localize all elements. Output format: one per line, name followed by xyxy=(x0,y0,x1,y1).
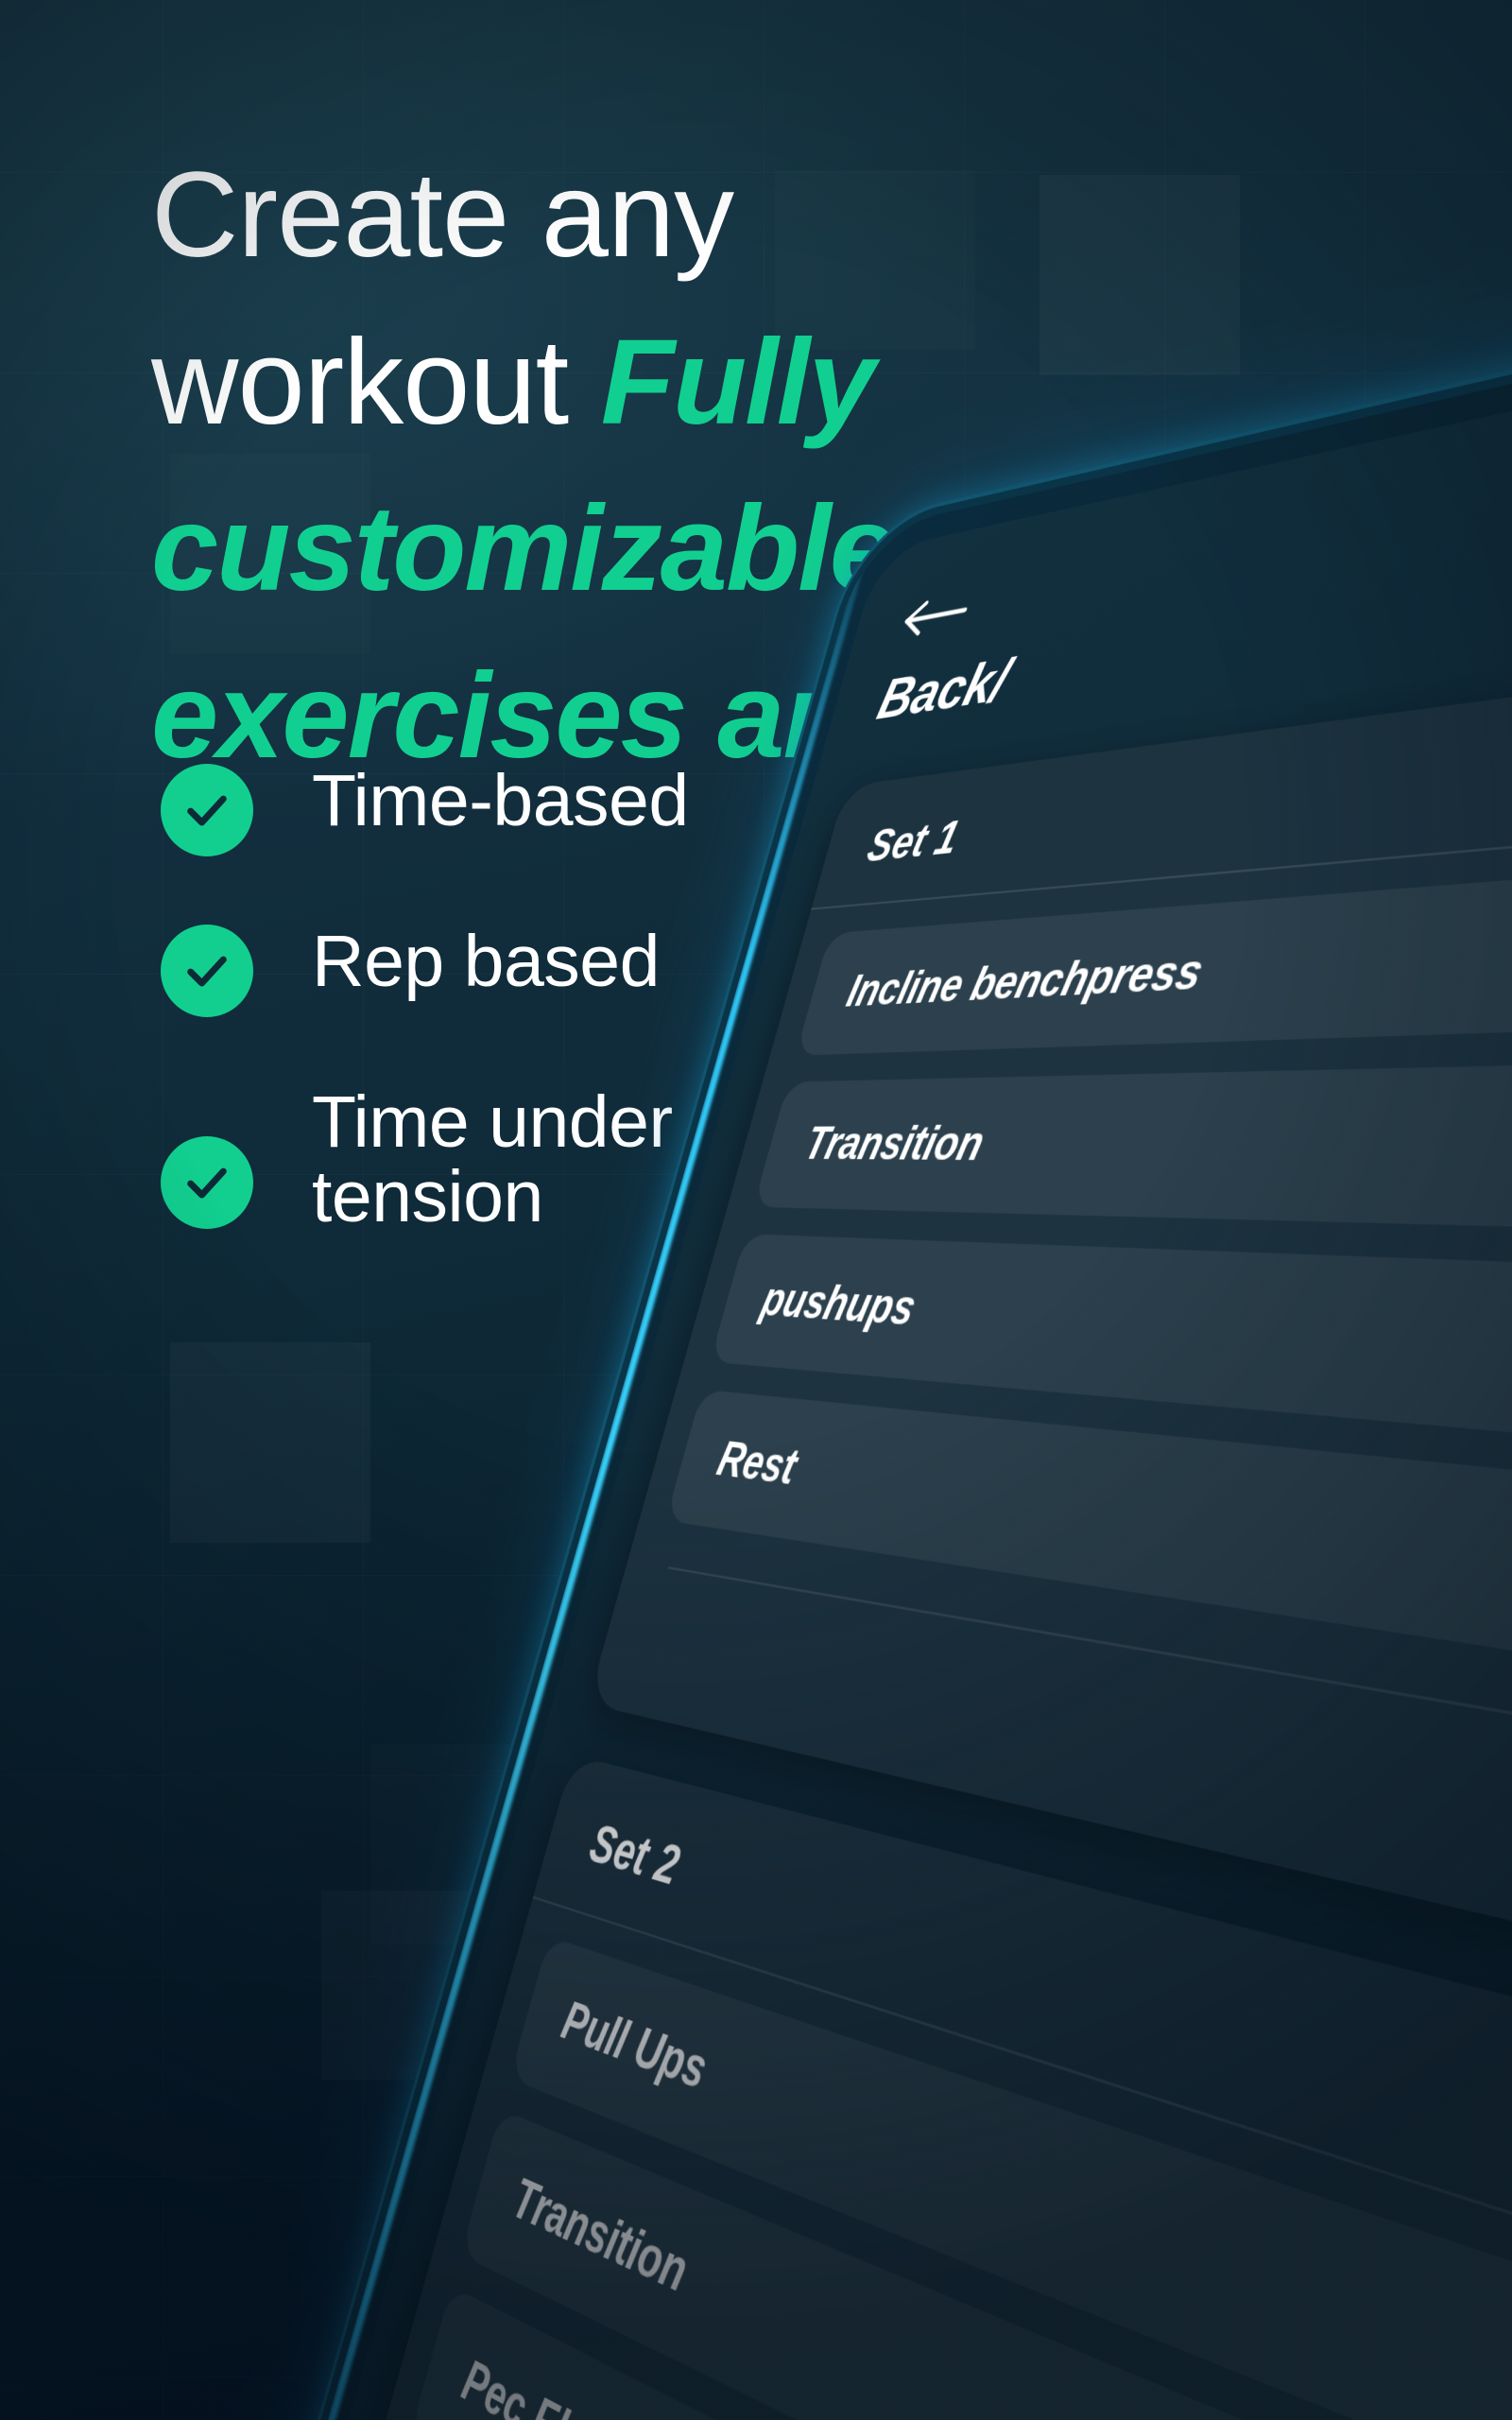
set-card[interactable]: Set 1 Incline benchpress Transition push… xyxy=(588,623,1512,1992)
feature-label: Time-based xyxy=(312,756,689,838)
exercise-row[interactable]: Rest xyxy=(665,1390,1512,1696)
set-rows: Pull Ups Transition Pec Fly xyxy=(386,1927,1512,2420)
background-block xyxy=(170,1342,370,1543)
check-icon xyxy=(161,764,253,856)
exercise-row[interactable]: Pull Ups xyxy=(509,1936,1512,2420)
divider xyxy=(668,1566,1512,1758)
exercise-row[interactable]: Pec Fly xyxy=(410,2286,1512,2420)
headline-line-1: Create any xyxy=(151,147,733,283)
set-card-tail xyxy=(598,1562,1512,1933)
set-rows: Incline benchpress Transition pushups Re… xyxy=(640,839,1512,1704)
set-card[interactable]: Set 2 Pull Ups Transition Pec Fly xyxy=(365,1754,1512,2420)
exercise-row[interactable]: pushups xyxy=(710,1234,1512,1462)
divider xyxy=(533,1896,1512,2294)
exercise-row[interactable]: Transition xyxy=(753,1056,1512,1236)
feature-label: Rep based xyxy=(312,917,660,999)
promo-screen: Create any workout Fully customizable ex… xyxy=(0,0,1512,2420)
headline-accent-fully: Fully xyxy=(601,315,874,450)
check-icon xyxy=(161,925,253,1017)
set-title: Set 2 xyxy=(533,1754,1512,2290)
exercise-row[interactable]: Transition xyxy=(460,2109,1512,2420)
arrow-left-icon[interactable] xyxy=(897,588,974,643)
phone-mockup: Back/ Set 1 Incline benchpress Transitio… xyxy=(652,529,1512,2420)
check-icon xyxy=(161,1136,253,1229)
headline-line-2: workout xyxy=(151,315,601,450)
